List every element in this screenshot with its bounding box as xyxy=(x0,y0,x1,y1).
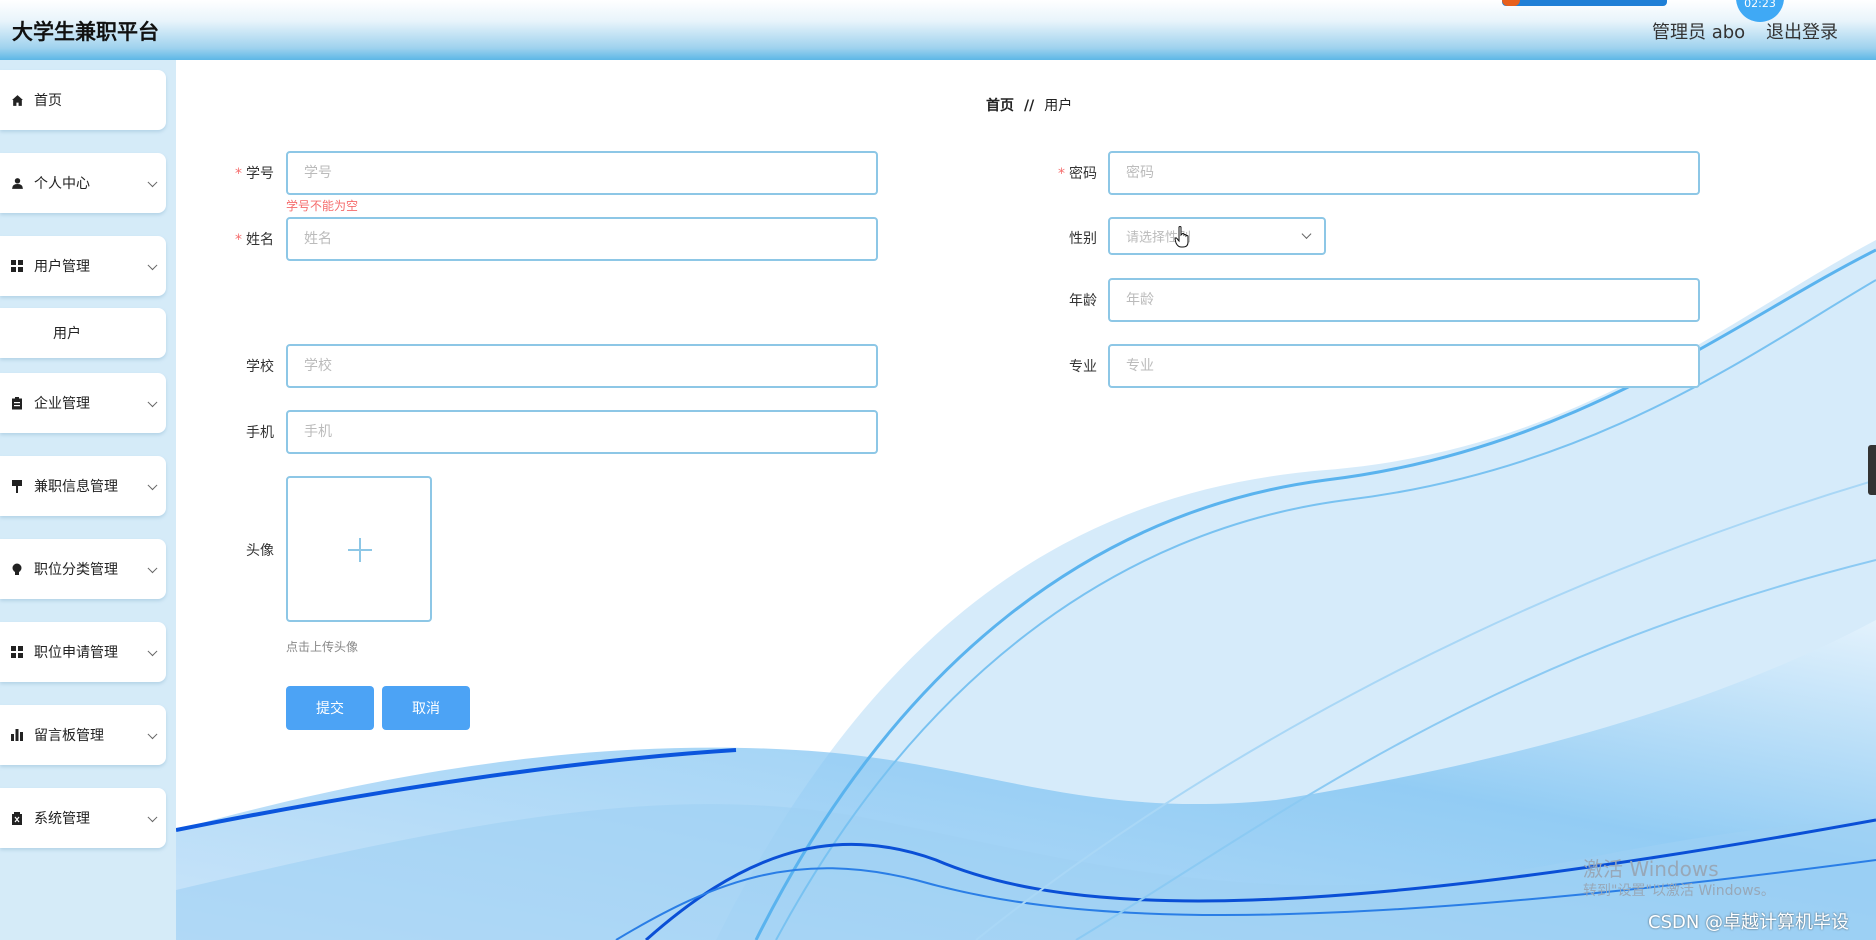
csdn-watermark: CSDN @卓越计算机毕设 xyxy=(1648,912,1850,933)
chevron-down-icon xyxy=(147,177,158,188)
sidebar-item-label: 职位分类管理 xyxy=(34,562,118,578)
avatar-upload-hint: 点击上传头像 xyxy=(286,640,359,654)
sidebar-item-home[interactable]: 首页 xyxy=(0,70,166,130)
password-input[interactable] xyxy=(1108,151,1700,195)
sidebar-item-parttime-management[interactable]: 兼职信息管理 xyxy=(0,456,166,516)
major-label: 专业 xyxy=(1069,359,1097,375)
school-input[interactable] xyxy=(286,344,878,388)
chevron-down-icon xyxy=(1301,229,1312,240)
activate-windows-title: 激活 Windows xyxy=(1583,857,1719,881)
breadcrumb-separator: // xyxy=(1024,98,1035,114)
app-title: 大学生兼职平台 xyxy=(12,20,159,44)
sidebar-item-message-board[interactable]: 留言板管理 xyxy=(0,705,166,765)
sidebar-item-system-management[interactable]: 系统管理 xyxy=(0,788,166,848)
sidebar-item-label: 职位申请管理 xyxy=(34,645,118,661)
phone-input[interactable] xyxy=(286,410,878,454)
gender-label: 性别 xyxy=(1069,231,1097,247)
sidebar-item-label: 系统管理 xyxy=(34,811,90,827)
sidebar-item-position-category[interactable]: 职位分类管理 xyxy=(0,539,166,599)
scrollbar-handle[interactable] xyxy=(1868,445,1876,495)
chevron-down-icon xyxy=(147,563,158,574)
sidebar-item-company-management[interactable]: 企业管理 xyxy=(0,373,166,433)
user-icon xyxy=(10,176,24,190)
grid-icon xyxy=(10,645,24,659)
chevron-down-icon xyxy=(147,260,158,271)
sidebar-item-label: 个人中心 xyxy=(34,176,90,192)
name-input[interactable] xyxy=(286,217,878,261)
chevron-down-icon xyxy=(147,812,158,823)
clipboard-icon xyxy=(10,396,24,410)
chevron-down-icon xyxy=(147,397,158,408)
student-id-label: * 学号 xyxy=(235,166,274,182)
chevron-down-icon xyxy=(147,480,158,491)
breadcrumb-current: 用户 xyxy=(1044,98,1073,114)
home-icon xyxy=(10,93,24,107)
user-info: 管理员 abo xyxy=(1652,22,1746,43)
password-label: * 密码 xyxy=(1058,166,1097,182)
student-id-error: 学号不能为空 xyxy=(286,199,359,213)
age-label: 年龄 xyxy=(1069,293,1097,309)
sidebar-item-label: 企业管理 xyxy=(34,396,90,412)
sidebar: 首页 个人中心 用户管理 用户 企业管理 兼职信息管理 职位分类管理 职位申请管… xyxy=(0,60,176,940)
sidebar-item-label: 用户管理 xyxy=(34,259,90,275)
school-label: 学校 xyxy=(246,359,274,375)
avatar-upload[interactable] xyxy=(286,476,432,622)
avatar-label: 头像 xyxy=(246,543,274,559)
student-id-input[interactable] xyxy=(286,151,878,195)
gender-select[interactable]: 请选择性别 xyxy=(1108,217,1326,255)
browser-overlay-strip xyxy=(1502,0,1667,6)
phone-label: 手机 xyxy=(246,425,274,441)
major-input[interactable] xyxy=(1108,344,1700,388)
cancel-button[interactable]: 取消 xyxy=(382,686,470,730)
flag-icon xyxy=(10,479,24,493)
hand-cursor-icon xyxy=(1174,226,1189,248)
name-label: * 姓名 xyxy=(235,232,274,248)
main-content: 首页 // 用户 *学号 学号不能为空 *密码 *姓名 性别 请选择性别 年龄 学校… xyxy=(176,60,1876,940)
sidebar-item-label: 留言板管理 xyxy=(34,728,104,744)
bulb-icon xyxy=(10,562,24,576)
trash-icon xyxy=(10,811,24,825)
sidebar-item-label: 首页 xyxy=(34,93,62,109)
breadcrumb-home[interactable]: 首页 xyxy=(986,98,1014,114)
breadcrumb: 首页 // 用户 xyxy=(986,95,1072,115)
grid-icon xyxy=(10,259,24,273)
sidebar-item-user-management[interactable]: 用户管理 xyxy=(0,236,166,296)
sidebar-item-application-management[interactable]: 职位申请管理 xyxy=(0,622,166,682)
chevron-down-icon xyxy=(147,646,158,657)
activate-windows-hint: 转到"设置"以激活 Windows。 xyxy=(1583,883,1775,899)
bar-chart-icon xyxy=(10,728,24,742)
age-input[interactable] xyxy=(1108,278,1700,322)
sidebar-item-profile[interactable]: 个人中心 xyxy=(0,153,166,213)
submit-button[interactable]: 提交 xyxy=(286,686,374,730)
sidebar-subitem-users[interactable]: 用户 xyxy=(0,308,166,358)
sidebar-item-label: 兼职信息管理 xyxy=(34,479,118,495)
sidebar-subitem-label: 用户 xyxy=(53,326,81,342)
logout-button[interactable]: 退出登录 xyxy=(1766,18,1838,44)
chevron-down-icon xyxy=(147,729,158,740)
top-bar: 大学生兼职平台 02:23 管理员 abo 退出登录 xyxy=(0,0,1876,60)
